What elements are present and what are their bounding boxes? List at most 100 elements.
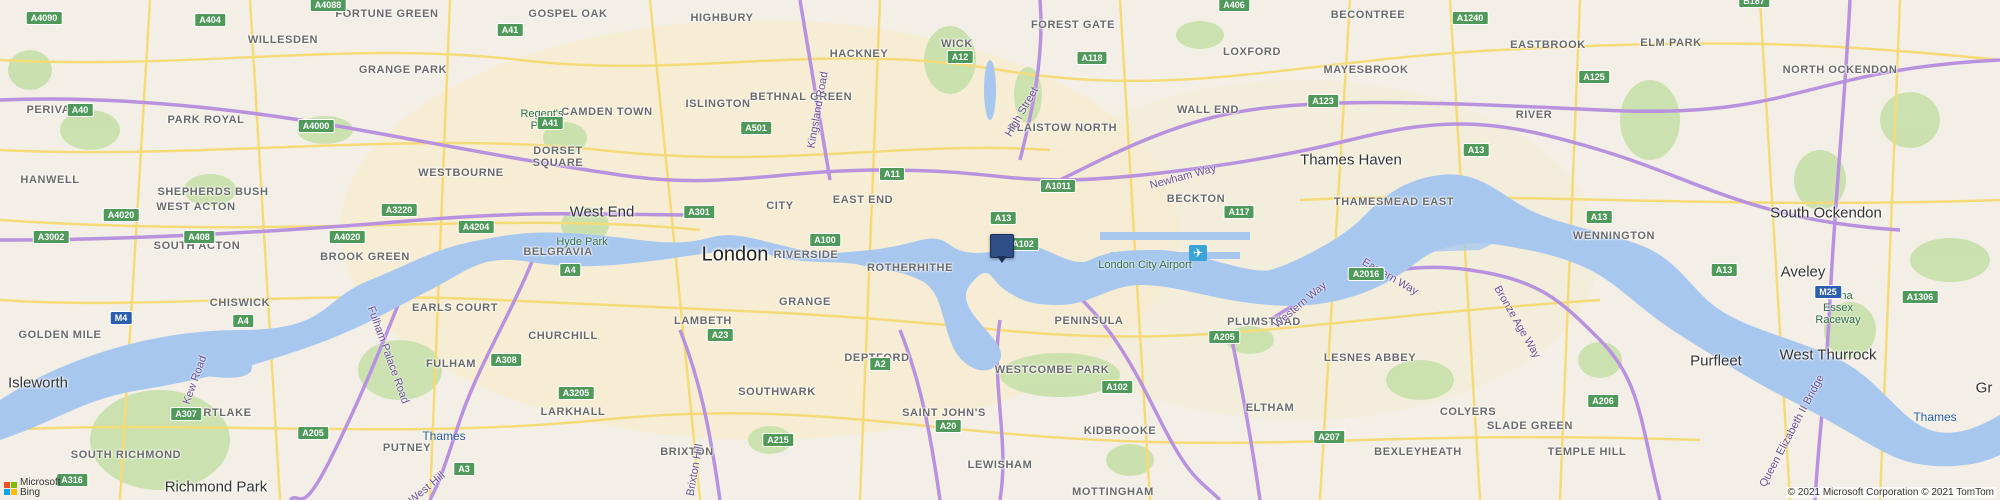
road-shield-a40: A40: [66, 103, 94, 117]
microsoft-logo-icon: [4, 481, 17, 495]
district-label-mayesbrook: MAYESBROOK: [1323, 64, 1409, 76]
district-label-east-end: EAST END: [832, 194, 894, 206]
district-label-grange-park: GRANGE PARK: [358, 64, 448, 76]
road-shield-a1306: A1306: [1901, 290, 1939, 304]
road-shield-a117: A117: [1223, 205, 1255, 219]
district-label-becontree: BECONTREE: [1330, 9, 1406, 21]
road-shield-a125: A125: [1578, 70, 1610, 84]
district-label-rotherhithe: ROTHERHITHE: [866, 262, 954, 274]
town-label-isleworth: Isleworth: [7, 374, 69, 392]
airport-icon[interactable]: ✈: [1189, 245, 1207, 261]
road-shield-a501: A501: [740, 121, 772, 135]
town-label-west-thurrock: West Thurrock: [1779, 346, 1877, 364]
district-label-saint-johns: SAINT JOHN'S: [902, 407, 986, 419]
road-shield-a13-far: A13: [1710, 263, 1738, 277]
district-label-river: RIVER: [1515, 109, 1553, 121]
district-label-larkhall: LARKHALL: [540, 406, 606, 418]
copyright-notice[interactable]: © 2021 Microsoft Corporation © 2021 TomT…: [1785, 487, 1996, 498]
district-label-hanwell: HANWELL: [20, 174, 80, 186]
town-label-thames-haven: Thames Haven: [1300, 151, 1402, 169]
town-label-purfleet: Purfleet: [1690, 352, 1742, 370]
district-label-willesden: WILLESDEN: [247, 34, 319, 46]
road-shield-a4-w: A4: [232, 314, 254, 328]
location-pin[interactable]: [990, 234, 1014, 263]
district-label-chiswick: CHISWICK: [209, 297, 271, 309]
district-label-gospel-oak: GOSPEL OAK: [528, 8, 608, 20]
district-label-islington: ISLINGTON: [685, 98, 751, 110]
district-label-bexleyheath: BEXLEYHEATH: [1374, 446, 1462, 458]
road-shield-a3002: A3002: [32, 230, 70, 244]
road-shield-a301: A301: [683, 205, 715, 219]
road-shield-a13-c: A13: [989, 211, 1017, 225]
district-label-dorset-square: DORSET SQUARE: [532, 145, 584, 169]
district-label-brook-green: BROOK GREEN: [320, 251, 410, 263]
map-canvas[interactable]: FORTUNE GREEN GOSPEL OAK HIGHBURY WILLESDEN…: [0, 0, 2000, 500]
road-shield-a206: A206: [1587, 394, 1619, 408]
road-shield-a3: A3: [453, 462, 475, 476]
district-label-southwark: SOUTHWARK: [738, 386, 816, 398]
road-shield-a4020-s: A4020: [328, 230, 366, 244]
district-label-colyers: COLYERS: [1439, 406, 1497, 418]
road-shield-a11: A11: [878, 167, 906, 181]
district-label-west-acton: WEST ACTON: [156, 201, 236, 213]
road-shield-a3220: A3220: [380, 203, 418, 217]
road-shield-a406: A406: [1218, 0, 1250, 12]
district-label-thamesmead-east: THAMESMEAD EAST: [1333, 196, 1455, 208]
town-label-richmond-park: Richmond Park: [164, 478, 268, 496]
road-shield-a100: A100: [809, 233, 841, 247]
district-label-westcombe-park: WESTCOMBE PARK: [994, 364, 1110, 376]
district-label-temple-hill: TEMPLE HILL: [1547, 446, 1627, 458]
district-label-golden-mile: GOLDEN MILE: [18, 329, 102, 341]
district-label-westbourne: WESTBOURNE: [418, 167, 504, 179]
district-label-shepherds-bush: SHEPHERDS BUSH: [157, 186, 269, 198]
road-shield-a118: A118: [1076, 51, 1108, 65]
road-shield-a1011: A1011: [1039, 179, 1077, 193]
poi-label-london-city-airport[interactable]: London City Airport: [1098, 259, 1192, 271]
road-shield-m4: M4: [109, 311, 133, 325]
district-label-lewisham: LEWISHAM: [967, 459, 1033, 471]
district-label-kidbrooke: KIDBROOKE: [1083, 425, 1157, 437]
district-label-hackney: HACKNEY: [829, 48, 889, 60]
road-shield-a404: A404: [194, 13, 226, 27]
road-shield-a3205: A3205: [557, 386, 595, 400]
road-shield-a1240: A1240: [1451, 11, 1489, 25]
road-shield-a2016: A2016: [1347, 267, 1385, 281]
town-label-south-ockendon: South Ockendon: [1770, 204, 1882, 222]
road-shield-a20: A20: [934, 419, 962, 433]
district-label-churchill: CHURCHILL: [528, 330, 598, 342]
road-shield-a308: A308: [490, 353, 522, 367]
road-shield-b187: B187: [1738, 0, 1770, 8]
district-label-fortune-green: FORTUNE GREEN: [335, 8, 439, 20]
road-shield-a205-n: A205: [1208, 330, 1240, 344]
road-shield-a2: A2: [869, 357, 891, 371]
district-label-wall-end: WALL END: [1176, 104, 1240, 116]
district-label-bethnal-green: BETHNAL GREEN: [749, 91, 853, 103]
district-label-eltham: ELTHAM: [1245, 402, 1295, 414]
poi-label-hyde-park[interactable]: Hyde Park: [556, 236, 607, 248]
district-label-elm-park: ELM PARK: [1640, 37, 1702, 49]
town-label-gr: Gr: [1975, 379, 1993, 397]
district-label-riverside: RIVERSIDE: [773, 249, 839, 261]
brand-line-2: Bing: [20, 487, 41, 498]
road-shield-a4000: A4000: [297, 119, 335, 133]
district-label-beckton: BECKTON: [1166, 193, 1226, 205]
district-label-loxford: LOXFORD: [1223, 46, 1281, 58]
road-shield-a4020-n: A4020: [102, 208, 140, 222]
district-label-park-royal: PARK ROYAL: [167, 114, 245, 126]
road-shield-a41-s: A41: [536, 116, 564, 130]
district-label-earls-court: EARLS COURT: [411, 302, 499, 314]
district-label-highbury: HIGHBURY: [690, 12, 754, 24]
water-label-thames-east: Thames: [1913, 410, 1957, 424]
road-shield-m25: M25: [1814, 285, 1842, 299]
road-shield-a13-e: A13: [1585, 210, 1613, 224]
district-label-plaistow-north: PLAISTOW NORTH: [1008, 122, 1118, 134]
district-label-south-richmond: SOUTH RICHMOND: [70, 449, 182, 461]
district-label-fulham: FULHAM: [425, 358, 477, 370]
road-shield-a13-w: A13: [1462, 143, 1490, 157]
bing-logo: Microsoft Bing: [4, 478, 61, 498]
town-label-west-end: West End: [569, 203, 635, 221]
district-label-lesnes-abbey: LESNES ABBEY: [1323, 352, 1417, 364]
city-label-london: London: [701, 243, 769, 266]
district-label-slade-green: SLADE GREEN: [1486, 420, 1574, 432]
road-shield-a102-s: A102: [1101, 380, 1133, 394]
